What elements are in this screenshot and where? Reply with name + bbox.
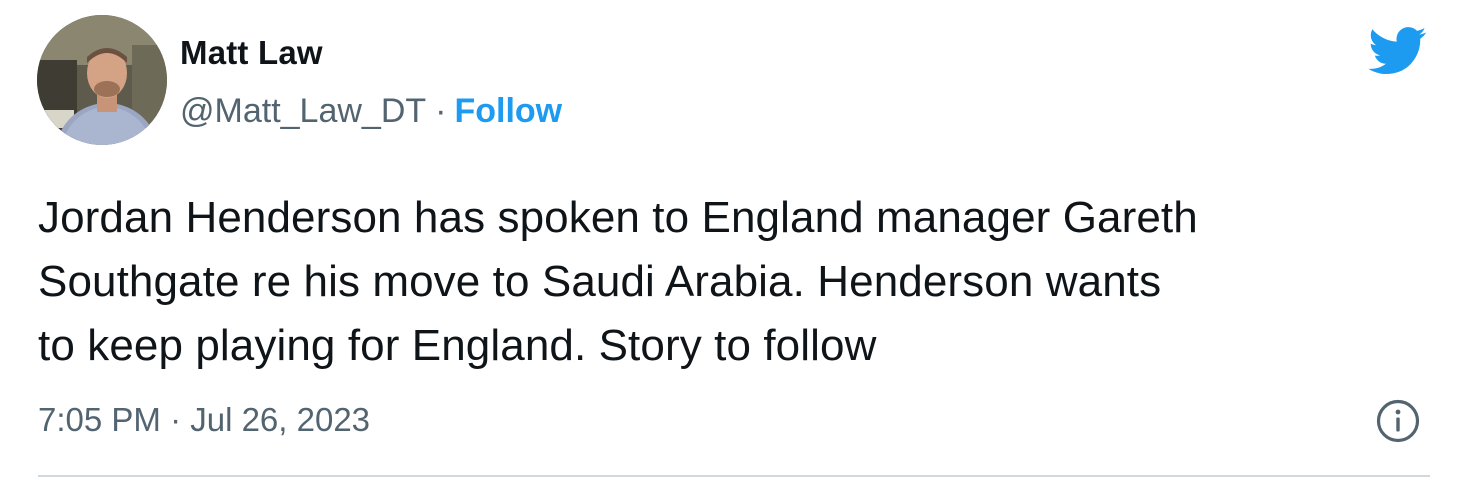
tweet-text-line: Southgate re his move to Saudi Arabia. H… xyxy=(38,257,1162,306)
author-handle-row: @Matt_Law_DT · Follow xyxy=(180,92,562,131)
tweet-text: Jordan Henderson has spoken to England m… xyxy=(38,186,1438,378)
tweet-timestamp[interactable]: 7:05 PM · Jul 26, 2023 xyxy=(38,401,370,439)
divider xyxy=(38,475,1430,477)
avatar-image xyxy=(37,15,167,145)
tweet-card: Matt Law @Matt_Law_DT · Follow Jordan Hend… xyxy=(0,0,1460,479)
tweet-text-line: Jordan Henderson has spoken to England m… xyxy=(38,193,1198,242)
twitter-bird-icon[interactable] xyxy=(1366,25,1427,75)
follow-button[interactable]: Follow xyxy=(454,92,562,130)
avatar[interactable] xyxy=(37,15,167,145)
author-display-name[interactable]: Matt Law xyxy=(180,34,323,72)
info-icon[interactable] xyxy=(1375,398,1421,444)
author-handle[interactable]: @Matt_Law_DT xyxy=(180,92,426,130)
separator-dot: · xyxy=(435,92,447,130)
tweet-text-line: to keep playing for England. Story to fo… xyxy=(38,321,877,370)
